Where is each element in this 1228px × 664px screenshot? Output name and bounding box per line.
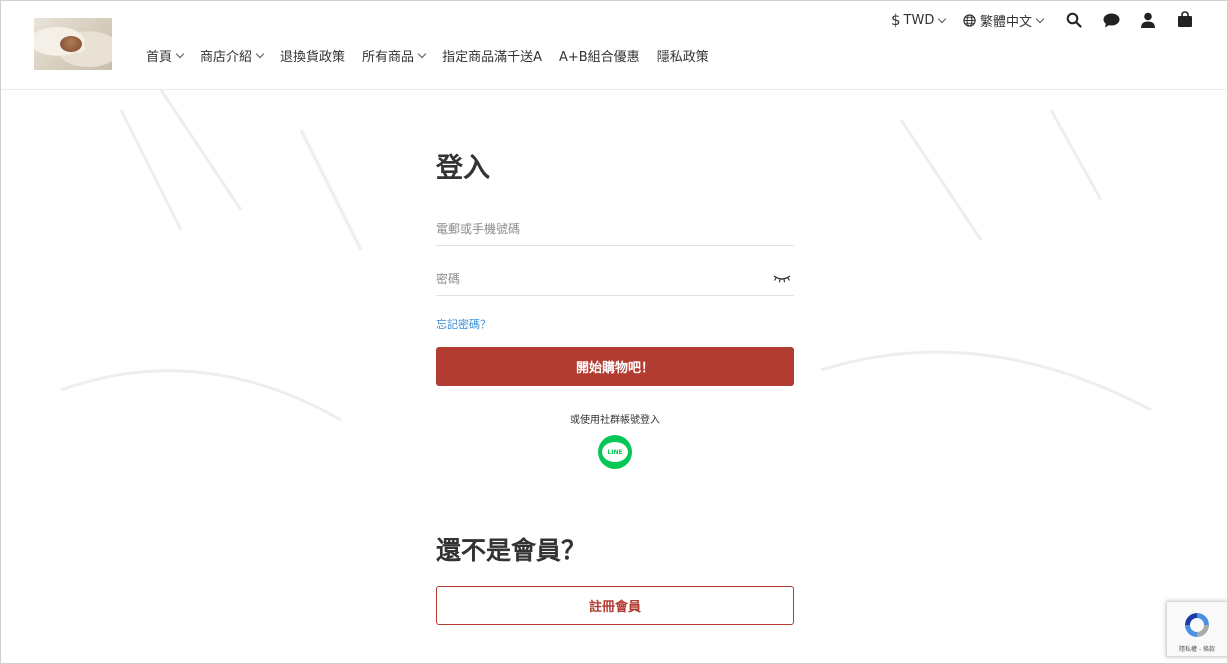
currency-label: TWD [903,12,935,28]
chevron-down-icon [938,14,947,23]
line-login-button[interactable]: LINE [598,435,632,469]
recaptcha-badge[interactable]: 隱私權 - 條款 [1166,601,1227,657]
chevron-down-icon [255,49,265,58]
globe-icon [963,13,976,27]
nav-item-about[interactable]: 商店介紹 [200,45,265,65]
nav-item-return-policy[interactable]: 退換貨政策 [280,45,345,65]
email-field [436,215,794,246]
chevron-down-icon [417,49,427,58]
search-button[interactable] [1064,10,1084,30]
nav-item-home[interactable]: 首頁 [146,45,185,65]
main-nav: 首頁 商店介紹 退換貨政策 所有商品 指定商品滿千送A A+B組合優惠 隱私政策 [146,45,726,65]
password-input[interactable] [436,265,756,293]
nav-item-label: 隱私政策 [656,49,709,65]
nav-item-label: 商店介紹 [200,49,253,65]
nav-item-label: 首頁 [146,49,173,65]
line-icon: LINE [602,442,628,462]
currency-selector[interactable]: $ TWD [891,10,947,30]
currency-symbol: $ [891,11,901,29]
nav-item-label: 所有商品 [362,49,415,65]
store-logo[interactable] [34,18,112,70]
register-button[interactable]: 註冊會員 [436,586,794,625]
language-label: 繁體中文 [980,14,1033,30]
nav-item-all-products[interactable]: 所有商品 [362,45,427,65]
login-panel: 登入 忘記密碼？ 開始購物吧！ 或使用社群帳號登入 LINE 還不是會員？ 註冊… [436,151,794,625]
logo-image [60,36,82,52]
nav-item-bundle-offer[interactable]: A+B組合優惠 [559,45,640,65]
nav-item-promo-gift[interactable]: 指定商品滿千送A [442,45,542,65]
nav-item-label: 退換貨政策 [280,49,346,65]
cart-icon [1178,10,1192,27]
user-icon [1141,12,1155,28]
language-selector[interactable]: 繁體中文 [963,10,1045,30]
password-field [436,265,794,296]
chat-button[interactable] [1101,10,1121,30]
nav-item-label: A+B組合優惠 [558,49,640,65]
recaptcha-icon [1185,613,1209,637]
eye-closed-icon[interactable] [772,271,792,285]
chevron-down-icon [175,49,185,58]
social-login-label: 或使用社群帳號登入 [570,415,660,426]
chat-icon [1103,13,1119,27]
nav-item-privacy[interactable]: 隱私政策 [657,45,709,65]
site-header: 首頁 商店介紹 退換貨政策 所有商品 指定商品滿千送A A+B組合優惠 隱私政策 [1,1,1227,90]
register-title: 還不是會員？ [436,536,587,565]
email-input[interactable] [436,215,756,243]
forgot-password-link[interactable]: 忘記密碼？ [436,316,491,332]
account-button[interactable] [1138,10,1158,30]
cart-button[interactable] [1175,9,1195,29]
chevron-down-icon [1035,14,1045,23]
recaptcha-terms[interactable]: 隱私權 - 條款 [1167,644,1227,653]
search-icon [1066,12,1082,28]
login-submit-button[interactable]: 開始購物吧！ [436,347,794,386]
login-title: 登入 [436,153,490,184]
line-icon-text: LINE [607,448,623,456]
nav-item-label: 指定商品滿千送A [442,49,542,65]
page-frame: 首頁 商店介紹 退換貨政策 所有商品 指定商品滿千送A A+B組合優惠 隱私政策 [0,0,1228,664]
